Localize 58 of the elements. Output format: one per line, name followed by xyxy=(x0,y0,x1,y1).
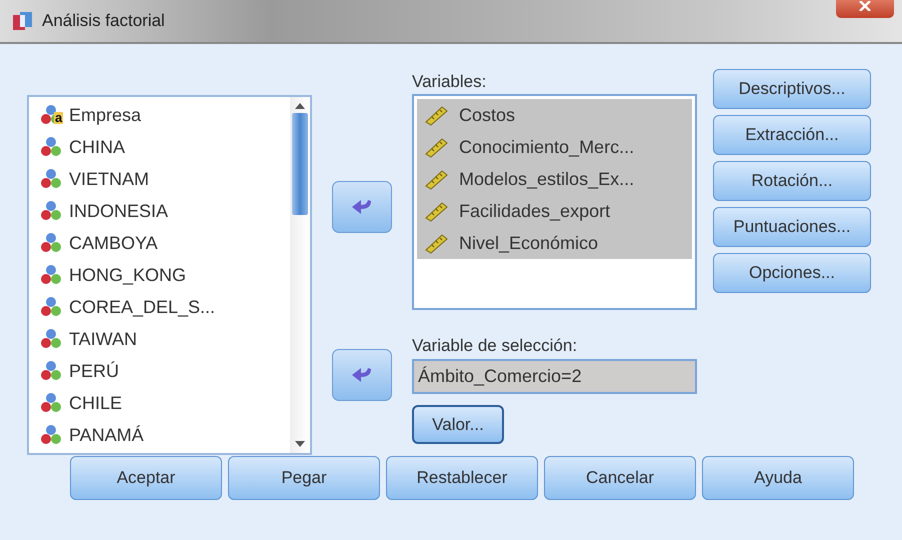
selection-variable-field[interactable]: Ámbito_Comercio=2 xyxy=(412,359,697,394)
close-button[interactable] xyxy=(836,0,894,18)
option-button[interactable]: Extracción... xyxy=(713,115,871,155)
value-button[interactable]: Valor... xyxy=(412,405,504,444)
variable-list-item[interactable]: CHILE xyxy=(69,392,122,414)
ruler-icon xyxy=(423,200,449,222)
variable-list-item[interactable]: HONG_KONG xyxy=(69,264,186,286)
variable-list-item[interactable]: INDONESIA xyxy=(69,200,168,222)
window-title: Análisis factorial xyxy=(42,11,165,31)
string-type-badge: a xyxy=(54,112,64,124)
app-icon xyxy=(12,10,34,32)
variable-list-item[interactable]: TAIWAN xyxy=(69,328,137,350)
variable-list-item[interactable]: PERÚ xyxy=(69,360,120,382)
nominal-variable-icon xyxy=(39,424,63,446)
variable-list-item[interactable]: CHINA xyxy=(69,136,126,158)
dialog-button[interactable]: Aceptar xyxy=(70,456,222,500)
dialog-button[interactable]: Pegar xyxy=(228,456,380,500)
variables-label: Variables: xyxy=(412,72,486,92)
nominal-variable-icon xyxy=(39,360,63,382)
dialog-button[interactable]: Cancelar xyxy=(544,456,696,500)
variable-list-item[interactable]: Empresa xyxy=(69,104,142,126)
nominal-variable-icon xyxy=(39,136,63,158)
ruler-icon xyxy=(423,232,449,254)
variable-list-item[interactable]: Nivel_Económico xyxy=(417,227,692,259)
dialog-button[interactable]: Ayuda xyxy=(702,456,854,500)
scrollbar[interactable] xyxy=(290,97,310,453)
variable-list-item[interactable]: COREA_DEL_S... xyxy=(69,296,216,318)
option-button[interactable]: Descriptivos... xyxy=(713,69,871,109)
bent-arrow-icon xyxy=(351,367,373,383)
variable-list-item[interactable]: Conocimiento_Merc... xyxy=(417,131,692,163)
move-button[interactable] xyxy=(332,181,392,233)
ruler-icon xyxy=(423,136,449,158)
nominal-variable-icon xyxy=(39,328,63,350)
close-icon xyxy=(859,1,871,11)
scrollbar-thumb[interactable] xyxy=(292,113,308,215)
selection-variable-label: Variable de selección: xyxy=(412,336,578,356)
scroll-down-icon xyxy=(295,441,305,447)
variable-list-item[interactable]: Costos xyxy=(417,99,692,131)
nominal-variable-icon xyxy=(39,200,63,222)
option-button[interactable]: Opciones... xyxy=(713,253,871,293)
ruler-icon xyxy=(423,104,449,126)
nominal-variable-icon xyxy=(39,392,63,414)
option-button[interactable]: Puntuaciones... xyxy=(713,207,871,247)
bent-arrow-icon xyxy=(351,199,373,215)
variable-list-item[interactable]: PANAMÁ xyxy=(69,424,144,446)
nominal-variable-icon xyxy=(39,168,63,190)
dialog-button[interactable]: Restablecer xyxy=(386,456,538,500)
nominal-variable-icon xyxy=(39,296,63,318)
variable-list-item[interactable]: VIETNAM xyxy=(69,168,150,190)
variable-list-item[interactable]: Facilidades_export xyxy=(417,195,692,227)
nominal-variable-icon xyxy=(39,264,63,286)
variable-list-item[interactable]: Modelos_estilos_Ex... xyxy=(417,163,692,195)
move-button[interactable] xyxy=(332,349,392,401)
ruler-icon xyxy=(423,168,449,190)
option-button[interactable]: Rotación... xyxy=(713,161,871,201)
nominal-variable-icon xyxy=(39,232,63,254)
variable-list-item[interactable]: CAMBOYA xyxy=(69,232,158,254)
scroll-up-icon xyxy=(295,103,305,109)
